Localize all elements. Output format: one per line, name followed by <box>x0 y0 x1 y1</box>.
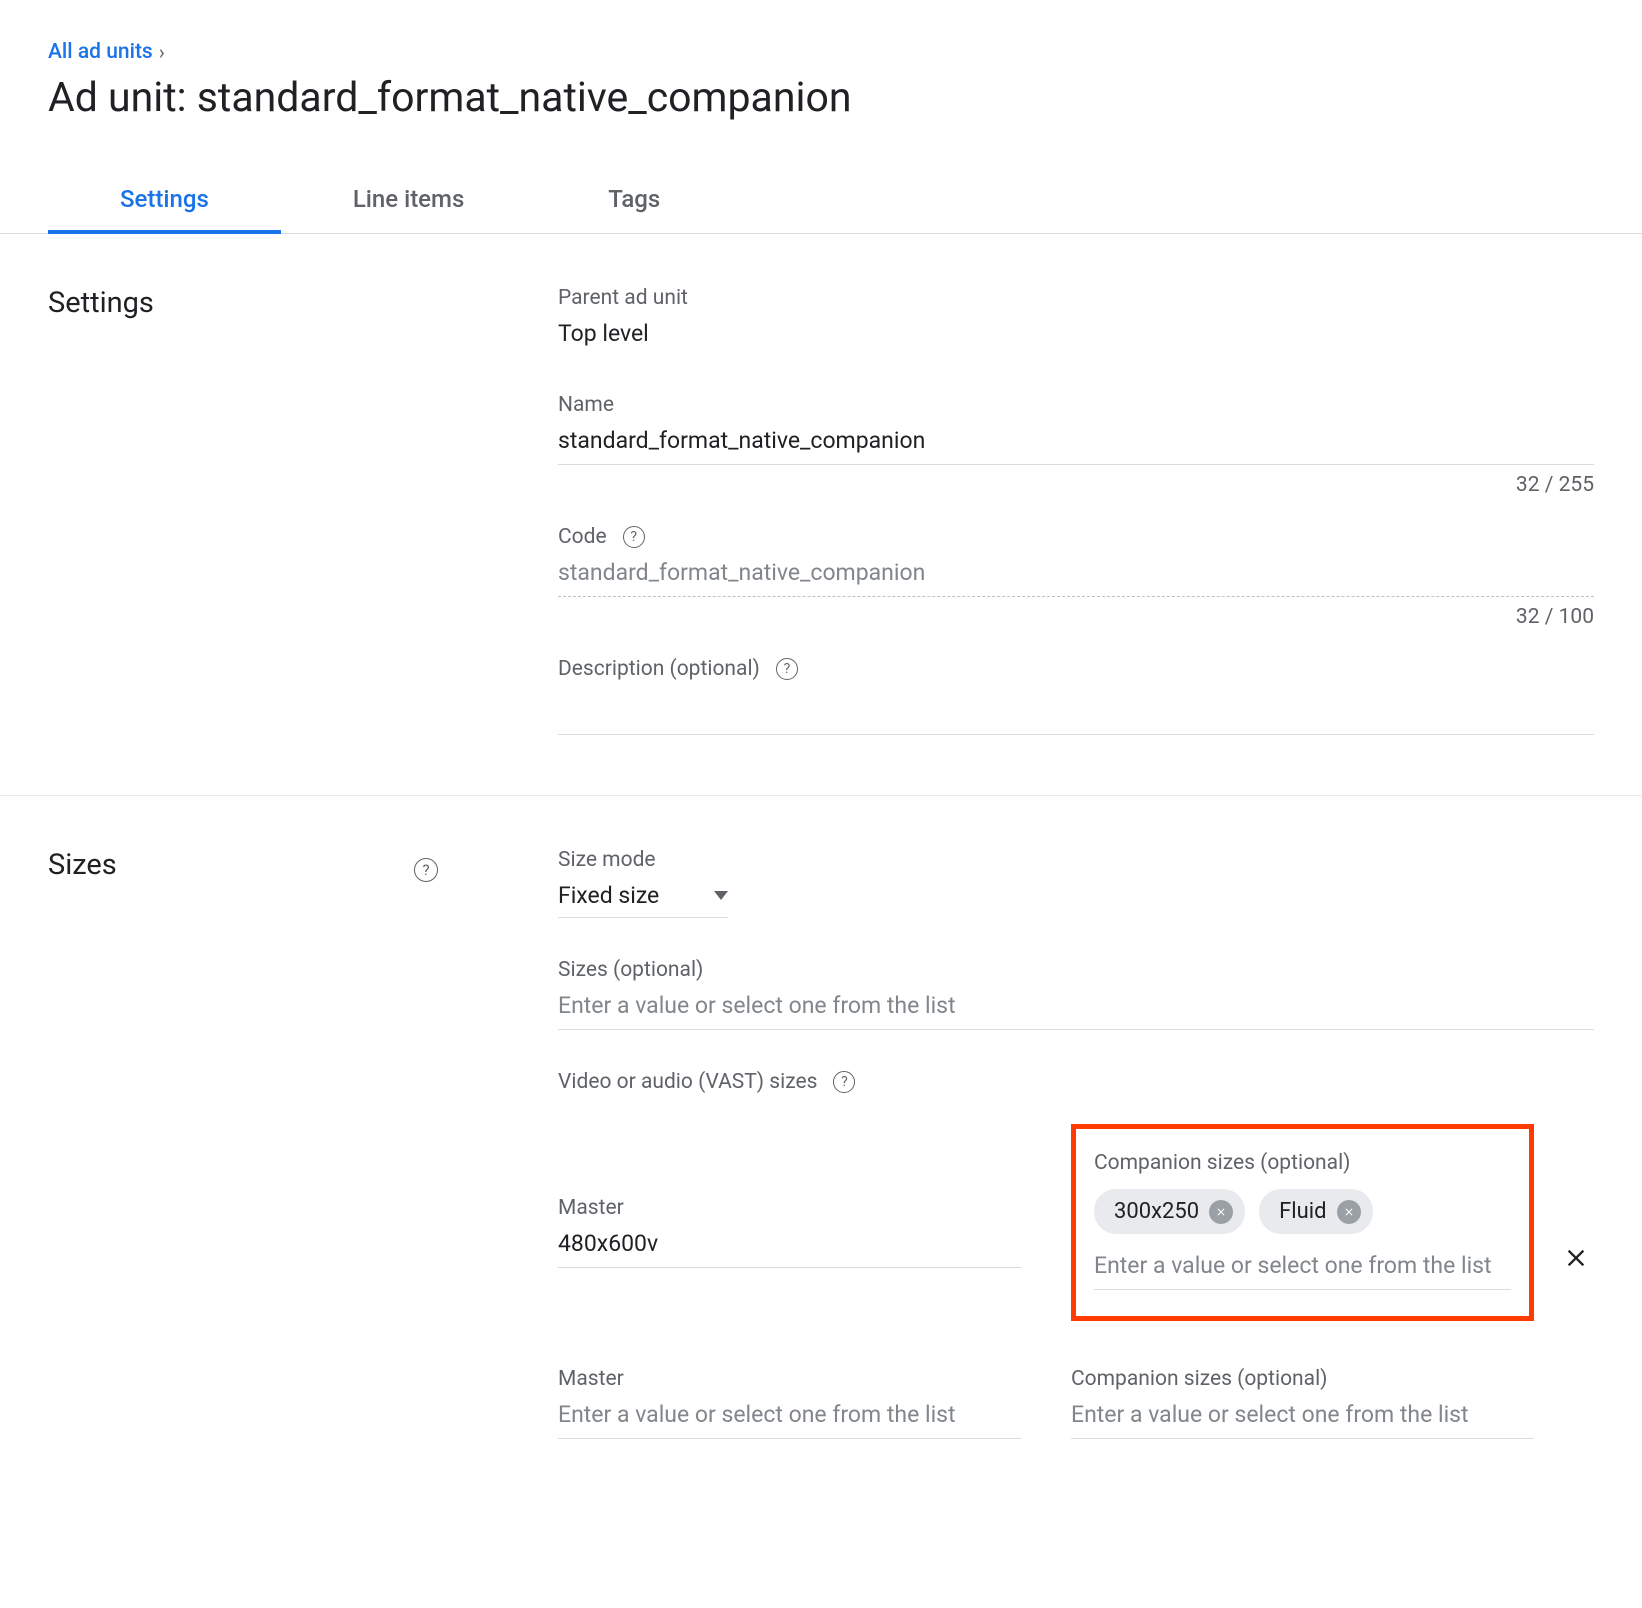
companion-label-2: Companion sizes (optional) <box>1071 1367 1534 1391</box>
name-char-counter: 32 / 255 <box>558 473 1594 497</box>
name-input[interactable]: standard_format_native_companion <box>558 427 1594 454</box>
chip-remove-icon[interactable] <box>1209 1200 1233 1224</box>
size-mode-value: Fixed size <box>558 882 659 909</box>
master-input-1[interactable]: 480x600v <box>558 1230 1021 1257</box>
chip-label: 300x250 <box>1114 1199 1199 1224</box>
parent-ad-unit-label: Parent ad unit <box>558 286 1594 310</box>
companion-input-2[interactable]: Enter a value or select one from the lis… <box>1071 1401 1534 1428</box>
companion-input-1[interactable]: Enter a value or select one from the lis… <box>1094 1252 1511 1279</box>
help-icon[interactable] <box>414 858 438 882</box>
chip-remove-icon[interactable] <box>1337 1200 1361 1224</box>
sizes-optional-label: Sizes (optional) <box>558 958 1594 982</box>
section-heading-sizes: Sizes <box>48 848 117 882</box>
vast-sizes-label: Video or audio (VAST) sizes <box>558 1070 1594 1094</box>
companion-highlight-box: Companion sizes (optional) 300x250 Fluid <box>1071 1124 1534 1321</box>
chip-300x250: 300x250 <box>1094 1189 1245 1234</box>
size-mode-select[interactable]: Fixed size <box>558 882 728 918</box>
code-label: Code <box>558 525 1594 549</box>
master-label-2: Master <box>558 1367 1021 1391</box>
help-icon[interactable] <box>833 1071 855 1093</box>
page-title: Ad unit: standard_format_native_companio… <box>48 74 1642 123</box>
name-label: Name <box>558 393 1594 417</box>
sizes-input[interactable]: Enter a value or select one from the lis… <box>558 992 1594 1019</box>
master-label-1: Master <box>558 1196 1021 1220</box>
companion-chips: 300x250 Fluid <box>1094 1189 1511 1234</box>
breadcrumb: All ad units › <box>48 40 1642 64</box>
dropdown-arrow-icon <box>714 891 728 900</box>
code-char-counter: 32 / 100 <box>558 605 1594 629</box>
tab-tags[interactable]: Tags <box>536 185 732 233</box>
tab-bar: Settings Line items Tags <box>0 185 1642 233</box>
help-icon[interactable] <box>623 526 645 548</box>
breadcrumb-parent-link[interactable]: All ad units <box>48 40 153 64</box>
help-icon[interactable] <box>776 658 798 680</box>
parent-ad-unit-value: Top level <box>558 320 1594 347</box>
chevron-right-icon: › <box>159 40 165 64</box>
tab-settings[interactable]: Settings <box>48 185 281 233</box>
code-input: standard_format_native_companion <box>558 559 1594 586</box>
section-heading-settings: Settings <box>48 286 154 320</box>
companion-label-1: Companion sizes (optional) <box>1094 1151 1511 1175</box>
size-mode-label: Size mode <box>558 848 1594 872</box>
master-input-2[interactable]: Enter a value or select one from the lis… <box>558 1401 1021 1428</box>
chip-label: Fluid <box>1279 1199 1326 1224</box>
description-label: Description (optional) <box>558 657 1594 681</box>
remove-row-icon[interactable] <box>1562 1244 1590 1276</box>
chip-fluid: Fluid <box>1259 1189 1372 1234</box>
tab-line-items[interactable]: Line items <box>281 185 536 233</box>
